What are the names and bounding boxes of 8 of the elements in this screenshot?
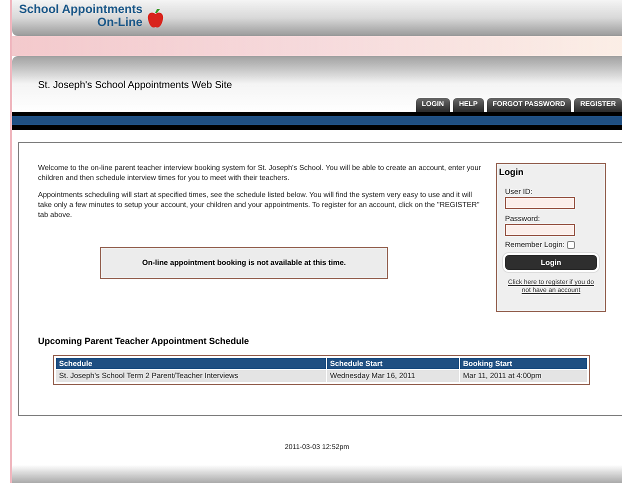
- user-id-field[interactable]: [505, 196, 575, 209]
- remember-checkbox[interactable]: [566, 240, 575, 249]
- password-field[interactable]: [505, 224, 575, 236]
- site-title: St. Joseph's School Appointments Web Site: [37, 79, 234, 93]
- login-title: Login: [498, 166, 524, 179]
- apple-icon: [146, 8, 164, 28]
- logo-text: School Appointments On-Line: [19, 3, 143, 29]
- schedule-heading: Upcoming Parent Teacher Appointment Schedule: [37, 335, 250, 348]
